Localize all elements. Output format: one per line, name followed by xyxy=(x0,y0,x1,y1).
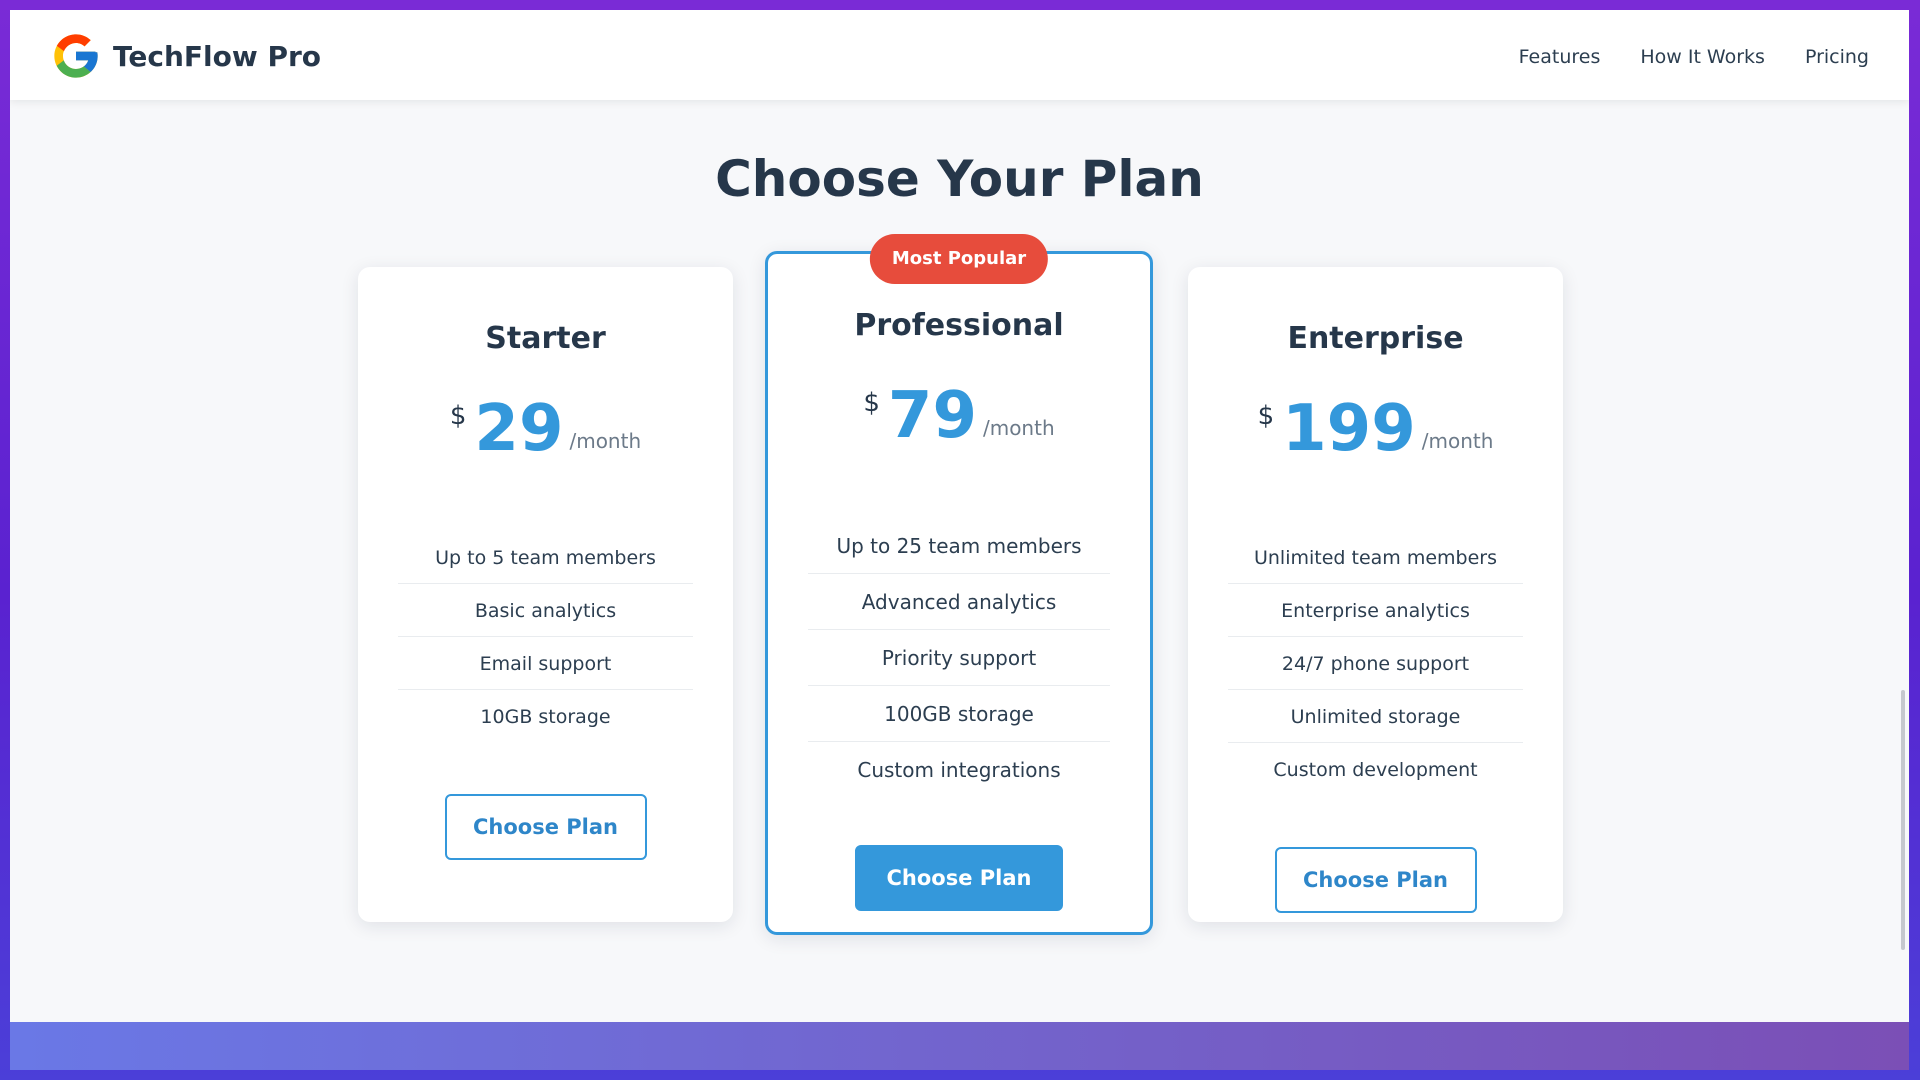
nav-pricing[interactable]: Pricing xyxy=(1805,44,1869,70)
price-currency: $ xyxy=(449,401,467,431)
price-period: /month xyxy=(1421,429,1494,453)
scrollbar-thumb[interactable] xyxy=(1901,690,1905,950)
feature-item: Unlimited team members xyxy=(1228,531,1523,584)
feature-item: Unlimited storage xyxy=(1228,690,1523,743)
feature-list: Up to 25 team members Advanced analytics… xyxy=(808,518,1110,797)
feature-item: Advanced analytics xyxy=(808,574,1110,630)
price-currency: $ xyxy=(863,388,880,418)
plan-card-enterprise: Enterprise $ 199 /month Unlimited team m… xyxy=(1188,267,1563,922)
feature-item: Enterprise analytics xyxy=(1228,584,1523,637)
feature-item: Up to 5 team members xyxy=(398,531,693,584)
plan-card-starter: Starter $ 29 /month Up to 5 team members… xyxy=(358,267,733,922)
plan-price: $ 199 /month xyxy=(1188,395,1563,475)
price-amount: 29 xyxy=(474,392,564,466)
feature-item: Email support xyxy=(398,637,693,690)
plan-name: Starter xyxy=(485,321,606,356)
brand-name[interactable]: TechFlow Pro xyxy=(113,40,321,74)
plan-card-professional: Most Popular Professional $ 79 /month Up… xyxy=(765,234,1153,935)
choose-plan-button-professional[interactable]: Choose Plan xyxy=(855,845,1063,911)
feature-item: Up to 25 team members xyxy=(808,518,1110,574)
feature-list: Up to 5 team members Basic analytics Ema… xyxy=(398,531,693,742)
plan-name: Enterprise xyxy=(1287,321,1464,356)
feature-item: 100GB storage xyxy=(808,686,1110,742)
price-amount: 199 xyxy=(1282,392,1416,466)
plan-price: $ 29 /month xyxy=(358,395,733,475)
google-logo-icon[interactable] xyxy=(50,30,102,82)
feature-item: Basic analytics xyxy=(398,584,693,637)
price-currency: $ xyxy=(1257,401,1275,431)
feature-item: Priority support xyxy=(808,630,1110,686)
feature-item: 10GB storage xyxy=(480,706,611,728)
pricing-title: Choose Your Plan xyxy=(715,150,1204,208)
feature-item: Custom development xyxy=(1273,759,1478,781)
price-amount: 79 xyxy=(887,379,977,453)
footer-band xyxy=(10,1022,1909,1070)
nav-how-it-works[interactable]: How It Works xyxy=(1640,44,1765,70)
feature-item: Custom integrations xyxy=(857,758,1061,782)
main-nav: Features How It Works Pricing xyxy=(1519,44,1869,70)
site-header: TechFlow Pro Features How It Works Prici… xyxy=(10,10,1909,100)
page: TechFlow Pro Features How It Works Prici… xyxy=(10,10,1909,1070)
feature-item: 24/7 phone support xyxy=(1228,637,1523,690)
price-period: /month xyxy=(982,416,1055,440)
plan-price: $ 79 /month xyxy=(768,382,1150,462)
nav-features[interactable]: Features xyxy=(1519,44,1601,70)
feature-list: Unlimited team members Enterprise analyt… xyxy=(1228,531,1523,795)
choose-plan-button-enterprise[interactable]: Choose Plan xyxy=(1274,847,1477,913)
most-popular-badge: Most Popular xyxy=(869,234,1049,284)
choose-plan-button-starter[interactable]: Choose Plan xyxy=(444,794,647,860)
price-period: /month xyxy=(569,429,642,453)
